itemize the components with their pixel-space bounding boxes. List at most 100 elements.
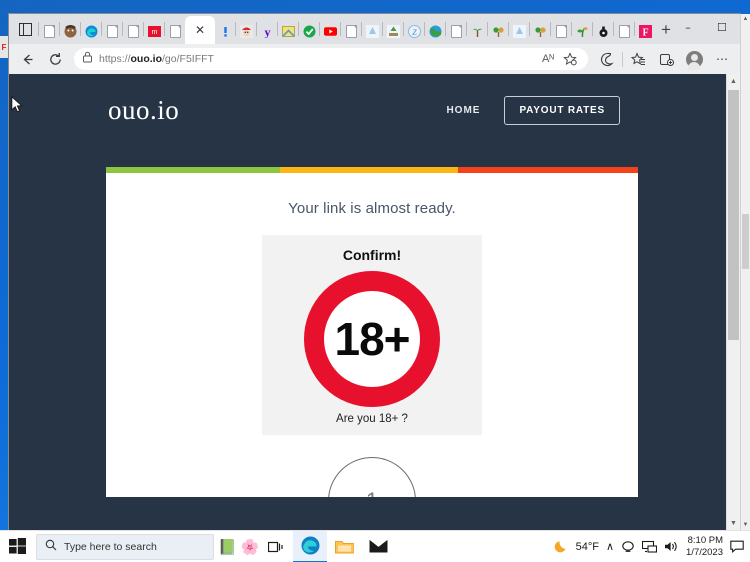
cherry-blossom-emoji-icon[interactable]: 🌸 xyxy=(241,538,260,556)
document-icon xyxy=(126,24,140,38)
taskbar-file-explorer-button[interactable] xyxy=(327,531,361,562)
tab-20[interactable] xyxy=(467,18,487,44)
navigation-toolbar: https://ouo.io/go/F5IFFT Aᴺ ⋯ xyxy=(9,44,740,74)
tab-15[interactable] xyxy=(362,18,382,44)
green-check-icon xyxy=(302,24,316,38)
tray-chevron-icon[interactable]: ∧ xyxy=(606,540,614,553)
tab-12[interactable] xyxy=(299,18,319,44)
book-emoji-icon[interactable]: 📗 xyxy=(218,538,237,556)
start-button[interactable] xyxy=(0,531,34,562)
vertical-tabs-icon[interactable] xyxy=(12,16,38,42)
task-view-button[interactable] xyxy=(259,531,293,562)
tab-26[interactable] xyxy=(593,18,613,44)
tab-4[interactable] xyxy=(102,18,122,44)
tab-7[interactable] xyxy=(165,18,185,44)
nav-home-link[interactable]: HOME xyxy=(446,105,480,116)
tab-28[interactable]: F xyxy=(635,18,655,44)
maximize-button[interactable]: ☐ xyxy=(705,14,739,40)
countdown-timer: 1 xyxy=(328,457,416,497)
refresh-button[interactable] xyxy=(42,47,68,71)
search-input[interactable]: Type here to search xyxy=(36,533,214,560)
tab-24[interactable] xyxy=(551,18,571,44)
split-screen-icon[interactable] xyxy=(653,47,679,71)
tab-active-ouo[interactable]: ✕ xyxy=(185,16,215,44)
tab-22[interactable] xyxy=(509,18,529,44)
outer-scroll-up-arrow[interactable]: ▲ xyxy=(741,14,750,24)
tab-10[interactable]: y xyxy=(257,18,277,44)
svg-text:y: y xyxy=(264,25,270,38)
tab-6[interactable]: m xyxy=(144,18,164,44)
onedrive-icon[interactable] xyxy=(621,540,635,553)
read-aloud-icon[interactable]: Aᴺ xyxy=(538,49,558,69)
favorite-star-icon[interactable] xyxy=(560,49,580,69)
tab-27[interactable] xyxy=(614,18,634,44)
weather-moon-icon[interactable] xyxy=(554,539,569,554)
outer-scroll-down-arrow[interactable]: ▼ xyxy=(741,520,750,530)
network-icon[interactable] xyxy=(642,540,658,553)
weather-temperature[interactable]: 54°F xyxy=(576,541,599,553)
page-headline: Your link is almost ready. xyxy=(288,200,456,217)
person-avatar-icon xyxy=(63,24,77,38)
mouse-cursor xyxy=(11,96,23,113)
yahoo-icon: y xyxy=(260,24,274,38)
content-card: Your link is almost ready. Confirm! 18+ … xyxy=(106,167,638,497)
confirm-question: Are you 18+ ? xyxy=(336,413,408,425)
new-tab-button[interactable]: + xyxy=(661,20,671,40)
tab-3[interactable] xyxy=(81,18,101,44)
tab-23[interactable] xyxy=(530,18,550,44)
tab-17[interactable]: Z xyxy=(404,18,424,44)
blue-drop-icon xyxy=(512,24,526,38)
page-scrollbar-thumb[interactable] xyxy=(728,90,739,340)
palm-icon xyxy=(470,24,484,38)
outer-scrollbar-thumb[interactable] xyxy=(742,214,749,269)
address-bar[interactable]: https://ouo.io/go/F5IFFT Aᴺ xyxy=(74,48,588,70)
document-icon xyxy=(554,24,568,38)
outer-window-scrollbar[interactable]: ▲ ▼ xyxy=(740,14,750,530)
tab-13[interactable] xyxy=(320,18,340,44)
tab-11[interactable] xyxy=(278,18,298,44)
volume-icon[interactable] xyxy=(664,540,679,553)
browser-essentials-icon[interactable] xyxy=(594,47,620,71)
clock[interactable]: 8:10 PM 1/7/2023 xyxy=(686,535,723,559)
omnibox-trailing-icons: Aᴺ xyxy=(538,49,580,69)
age-18-plus-icon[interactable]: 18+ xyxy=(304,271,440,407)
tab-8[interactable] xyxy=(215,18,235,44)
z-icon: Z xyxy=(407,24,421,38)
site-lock-icon[interactable] xyxy=(82,50,93,68)
tab-14[interactable] xyxy=(341,18,361,44)
site-logo[interactable]: ouo.io xyxy=(108,95,179,126)
scroll-up-arrow[interactable]: ▲ xyxy=(727,74,740,88)
taskbar-mail-button[interactable] xyxy=(361,531,395,562)
tree-icon xyxy=(491,24,505,38)
document-icon xyxy=(105,24,119,38)
strip-segment-green xyxy=(106,167,280,173)
scroll-down-arrow[interactable]: ▼ xyxy=(727,516,740,530)
strip-segment-yellow xyxy=(280,167,458,173)
more-options-icon[interactable]: ⋯ xyxy=(709,47,735,71)
tab-25[interactable] xyxy=(572,18,592,44)
tab-21[interactable] xyxy=(488,18,508,44)
tab-19[interactable] xyxy=(446,18,466,44)
tab-5[interactable] xyxy=(123,18,143,44)
minimize-button[interactable]: – xyxy=(671,14,705,40)
svg-text:Z: Z xyxy=(412,28,417,37)
taskbar-edge-button[interactable] xyxy=(293,530,328,562)
profile-avatar[interactable] xyxy=(681,47,707,71)
globe-icon xyxy=(428,24,442,38)
back-button[interactable] xyxy=(14,47,40,71)
close-icon[interactable]: ✕ xyxy=(195,23,205,37)
age-confirm-box[interactable]: Confirm! 18+ Are you 18+ ? xyxy=(262,235,482,435)
tab-9[interactable] xyxy=(236,18,256,44)
payout-rates-button[interactable]: PAYOUT RATES xyxy=(504,95,620,125)
collections-icon[interactable] xyxy=(625,47,651,71)
tab-1[interactable] xyxy=(39,18,59,44)
left-edge-window-sliver[interactable]: F xyxy=(0,36,9,58)
notifications-icon[interactable] xyxy=(730,540,744,553)
page-scrollbar[interactable]: ▲ ▼ xyxy=(726,74,740,530)
tab-2[interactable] xyxy=(60,18,80,44)
system-tray: 54°F ∧ 8:10 PM 1/7/2023 xyxy=(554,535,750,559)
search-placeholder: Type here to search xyxy=(64,540,157,553)
tab-16[interactable] xyxy=(383,18,403,44)
site-nav: HOME PAYOUT RATES xyxy=(446,95,620,125)
tab-18[interactable] xyxy=(425,18,445,44)
